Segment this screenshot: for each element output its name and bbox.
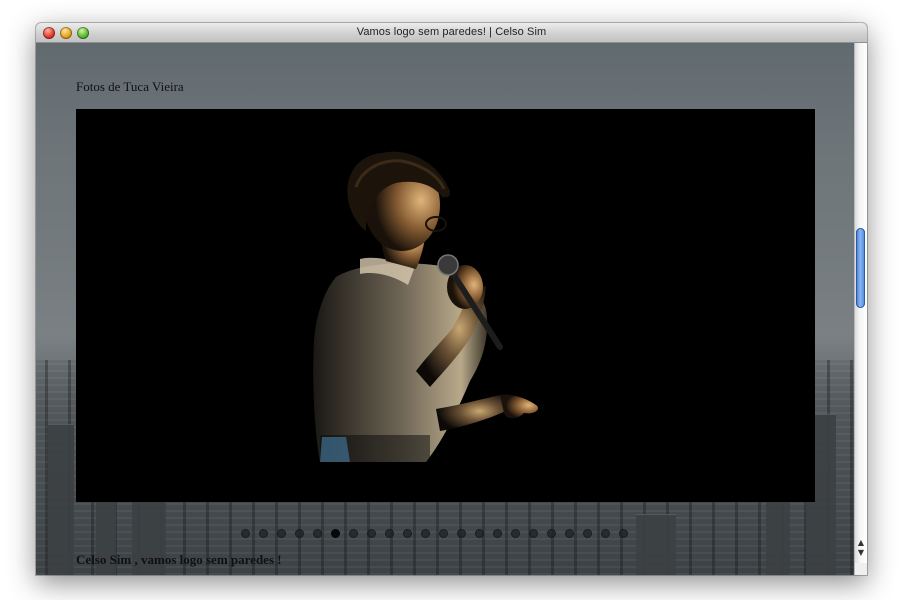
slideshow-dot[interactable] (349, 529, 358, 538)
browser-window: Vamos logo sem paredes! | Celso Sim Foto… (36, 23, 867, 575)
chevron-down-icon[interactable]: ▼ (857, 549, 865, 557)
slideshow-photo[interactable] (76, 109, 815, 502)
singer-photo (76, 109, 815, 502)
chevron-up-icon[interactable]: ▲ (857, 539, 865, 547)
desktop: Vamos logo sem paredes! | Celso Sim Foto… (0, 0, 900, 600)
slideshow-dot[interactable] (547, 529, 556, 538)
slideshow-dot[interactable] (439, 529, 448, 538)
vertical-scrollbar[interactable]: ▲ ▼ (854, 43, 867, 575)
slideshow-dot[interactable] (475, 529, 484, 538)
slideshow-dot[interactable] (277, 529, 286, 538)
slideshow-dot[interactable] (601, 529, 610, 538)
resize-grip[interactable] (854, 563, 867, 575)
slideshow-dot[interactable] (331, 529, 340, 538)
page-caption: Celso Sim , vamos logo sem paredes ! (76, 552, 282, 567)
slideshow-pagination (241, 529, 628, 539)
page-content: Fotos de Tuca Vieira Celso Sim , vamos l… (36, 43, 855, 575)
slideshow-dot[interactable] (511, 529, 520, 538)
slideshow-dot[interactable] (421, 529, 430, 538)
slideshow-dot[interactable] (457, 529, 466, 538)
slideshow-dot[interactable] (583, 529, 592, 538)
slideshow-dot[interactable] (241, 529, 250, 538)
slideshow-dot[interactable] (493, 529, 502, 538)
slideshow-dot[interactable] (313, 529, 322, 538)
slideshow-dot[interactable] (565, 529, 574, 538)
slideshow-dot[interactable] (295, 529, 304, 538)
slideshow-dot[interactable] (259, 529, 268, 538)
slideshow-dot[interactable] (385, 529, 394, 538)
background-building (48, 424, 74, 575)
background-building (636, 514, 676, 575)
slideshow-dot[interactable] (367, 529, 376, 538)
photo-credit: Fotos de Tuca Vieira (76, 79, 184, 94)
slideshow-dot[interactable] (529, 529, 538, 538)
slideshow-dot[interactable] (619, 529, 628, 538)
window-title: Vamos logo sem paredes! | Celso Sim (356, 26, 547, 38)
title-bar[interactable]: Vamos logo sem paredes! | Celso Sim (36, 23, 867, 43)
background-building (766, 494, 790, 575)
scroll-thumb[interactable] (856, 228, 865, 308)
slideshow-dot[interactable] (403, 529, 412, 538)
